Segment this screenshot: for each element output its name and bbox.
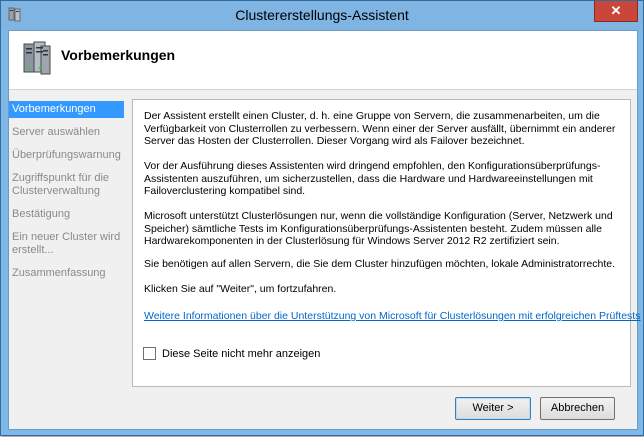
nav-step-bestaetigung[interactable]: Bestätigung xyxy=(9,206,124,223)
nav-step-ueberpruefungswarnung[interactable]: Überprüfungswarnung xyxy=(9,147,124,164)
cancel-button[interactable]: Abbrechen xyxy=(540,397,615,420)
intro-paragraph: Der Assistent erstellt einen Cluster, d.… xyxy=(144,110,616,148)
wizard-window: Clustererstellungs-Assistent ✕ Vorbemerk… xyxy=(0,0,644,436)
next-button[interactable]: Weiter > xyxy=(455,397,531,420)
validation-paragraph: Vor der Ausführung dieses Assistenten wi… xyxy=(144,160,601,198)
nav-step-zusammenfassung[interactable]: Zusammenfassung xyxy=(9,265,124,282)
server-cluster-icon xyxy=(23,41,51,75)
nav-step-zugriffspunkt[interactable]: Zugriffspunkt für die Clusterverwaltung xyxy=(9,170,124,200)
dont-show-again-checkbox[interactable] xyxy=(143,347,156,360)
client-area: Vorbemerkungen Vorbemerkungen Server aus… xyxy=(8,30,640,430)
wizard-steps-nav: Vorbemerkungen Server auswählen Überprüf… xyxy=(9,101,124,288)
nav-step-vorbemerkungen[interactable]: Vorbemerkungen xyxy=(9,101,124,118)
window-title: Clustererstellungs-Assistent xyxy=(235,7,409,23)
nav-step-cluster-erstellen[interactable]: Ein neuer Cluster wird erstellt... xyxy=(9,229,124,259)
dont-show-again-option[interactable]: Diese Seite nicht mehr anzeigen xyxy=(143,347,320,360)
close-button[interactable]: ✕ xyxy=(594,1,638,22)
continue-paragraph: Klicken Sie auf "Weiter", um fortzufahre… xyxy=(144,283,337,295)
support-paragraph: Microsoft unterstützt Clusterlösungen nu… xyxy=(144,210,613,248)
content-panel: Der Assistent erstellt einen Cluster, d.… xyxy=(132,99,640,387)
dont-show-again-label[interactable]: Diese Seite nicht mehr anzeigen xyxy=(162,348,320,360)
more-info-link[interactable]: Weitere Informationen über die Unterstüt… xyxy=(144,310,640,322)
wizard-header: Vorbemerkungen xyxy=(9,31,637,90)
page-title: Vorbemerkungen xyxy=(61,47,176,63)
title-bar[interactable]: Clustererstellungs-Assistent ✕ xyxy=(1,1,643,30)
admin-rights-paragraph: Sie benötigen auf allen Servern, die Sie… xyxy=(144,258,616,270)
nav-step-server-auswaehlen[interactable]: Server auswählen xyxy=(9,124,124,141)
